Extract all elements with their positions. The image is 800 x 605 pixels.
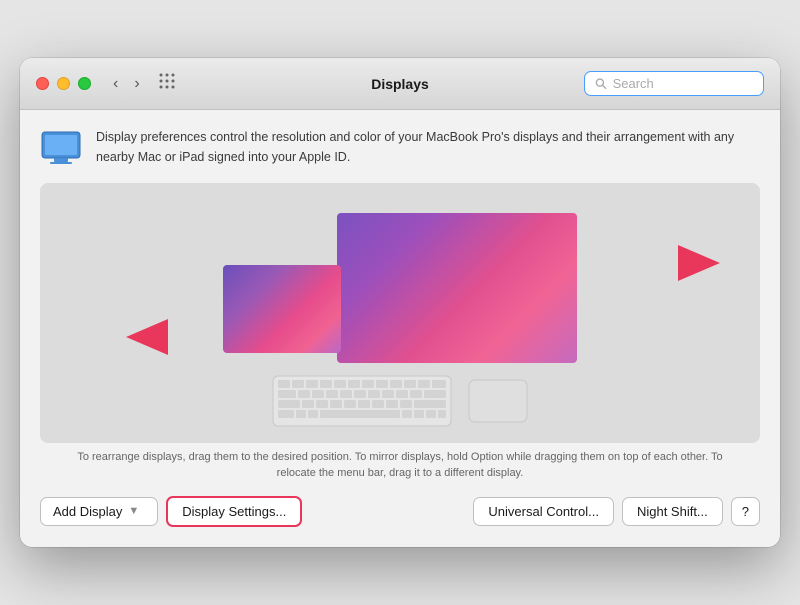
trackpad-icon <box>468 379 528 423</box>
titlebar: ‹ › Displays <box>20 58 780 110</box>
content-area: Display preferences control the resoluti… <box>20 110 780 547</box>
add-display-label: Add Display <box>53 504 122 519</box>
display-icon <box>40 130 82 166</box>
back-button[interactable]: ‹ <box>107 73 124 95</box>
keyboard-area <box>272 375 528 427</box>
main-window: ‹ › Displays <box>20 58 780 547</box>
monitor-small-display <box>223 265 341 353</box>
help-button[interactable]: ? <box>731 497 760 526</box>
monitor-large[interactable] <box>337 213 577 363</box>
grid-button[interactable] <box>152 70 182 97</box>
search-icon <box>595 77 607 90</box>
monitors-container <box>223 213 577 363</box>
nav-buttons: ‹ › <box>107 73 146 95</box>
info-text: Display preferences control the resoluti… <box>96 128 760 167</box>
bottom-bar: Add Display ▼ Display Settings... Univer… <box>40 496 760 531</box>
add-display-button[interactable]: Add Display ▼ <box>40 497 158 526</box>
hint-text: To rearrange displays, drag them to the … <box>40 449 760 482</box>
traffic-lights <box>36 77 91 90</box>
monitor-large-display <box>337 213 577 363</box>
keyboard-icon <box>272 375 452 427</box>
search-box[interactable] <box>584 71 764 96</box>
minimize-button[interactable] <box>57 77 70 90</box>
display-settings-button[interactable]: Display Settings... <box>166 496 302 527</box>
info-row: Display preferences control the resoluti… <box>40 128 760 167</box>
maximize-button[interactable] <box>78 77 91 90</box>
monitor-small[interactable] <box>223 265 341 353</box>
left-arrow-icon <box>118 319 168 355</box>
close-button[interactable] <box>36 77 49 90</box>
universal-control-button[interactable]: Universal Control... <box>473 497 614 526</box>
window-title: Displays <box>371 76 429 92</box>
search-input[interactable] <box>613 76 753 91</box>
display-arrangement-area <box>40 183 760 443</box>
right-arrow-icon <box>678 245 728 281</box>
forward-button[interactable]: › <box>128 73 145 95</box>
add-display-chevron-icon: ▼ <box>128 505 139 517</box>
grid-icon <box>158 72 176 90</box>
night-shift-button[interactable]: Night Shift... <box>622 497 723 526</box>
